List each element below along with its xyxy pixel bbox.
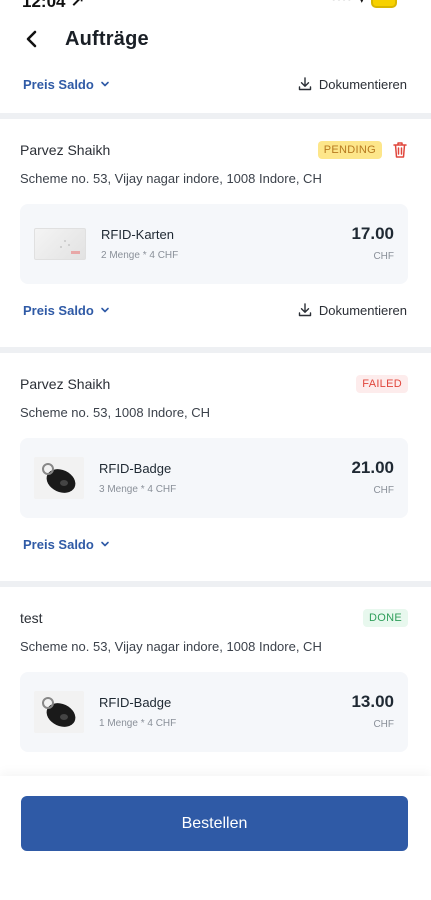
preis-saldo-dropdown[interactable]: Preis Saldo bbox=[23, 77, 110, 92]
app-header: Aufträge bbox=[0, 14, 431, 64]
status-icons: •••• ▾ bbox=[332, 0, 397, 8]
trash-icon[interactable] bbox=[392, 141, 408, 159]
item-name: RFID-Badge bbox=[99, 461, 172, 476]
order-address: Scheme no. 53, Vijay nagar indore, 1008 … bbox=[20, 171, 322, 186]
status-bar: 12:04 ↗ •••• ▾ bbox=[0, 0, 431, 14]
preis-saldo-label: Preis Saldo bbox=[23, 76, 94, 92]
order-card: Parvez Shaikh PENDING Scheme no. 53, Vij… bbox=[0, 119, 431, 284]
download-icon bbox=[298, 303, 312, 317]
item-currency: CHF bbox=[373, 485, 394, 496]
preis-saldo-dropdown[interactable]: Preis Saldo bbox=[23, 303, 110, 318]
preis-saldo-dropdown[interactable]: Preis Saldo bbox=[23, 537, 110, 552]
item-quantity: 3 Menge * 4 CHF bbox=[99, 484, 177, 495]
status-badge: FAILED bbox=[356, 375, 408, 393]
item-currency: CHF bbox=[373, 251, 394, 262]
chevron-down-icon bbox=[101, 81, 109, 87]
preis-saldo-label: Preis Saldo bbox=[23, 536, 94, 552]
status-badge: PENDING bbox=[317, 141, 382, 159]
top-action-row: Preis Saldo Dokumentieren bbox=[0, 64, 431, 104]
rfid-card-image bbox=[34, 228, 86, 260]
customer-name: Parvez Shaikh bbox=[20, 142, 111, 158]
dokumentieren-label: Dokumentieren bbox=[318, 76, 407, 92]
bestellen-button[interactable]: Bestellen bbox=[21, 796, 408, 851]
wifi-icon: ▾ bbox=[358, 0, 365, 7]
back-arrow-icon[interactable] bbox=[22, 30, 40, 48]
order-item[interactable]: RFID-Badge 1 Menge * 4 CHF 13.00 CHF bbox=[20, 672, 408, 752]
item-name: RFID-Badge bbox=[99, 695, 172, 710]
customer-name: test bbox=[20, 610, 43, 626]
signal-icon: •••• bbox=[332, 0, 353, 6]
order-card: test DONE Scheme no. 53, Vijay nagar ind… bbox=[0, 587, 431, 752]
order-action-row: Preis Saldo Dokumentieren bbox=[0, 290, 431, 330]
order-action-row: Preis Saldo bbox=[0, 524, 431, 564]
page-title: Aufträge bbox=[65, 27, 149, 50]
order-address: Scheme no. 53, 1008 Indore, CH bbox=[20, 405, 211, 420]
chevron-down-icon bbox=[101, 541, 109, 547]
status-badge: DONE bbox=[363, 609, 408, 627]
battery-icon bbox=[371, 0, 397, 8]
chevron-down-icon bbox=[101, 307, 109, 313]
item-name: RFID-Karten bbox=[101, 227, 174, 242]
bottom-bar: Bestellen bbox=[0, 776, 431, 866]
status-time: 12:04 ↗ bbox=[22, 0, 85, 11]
rfid-badge-image bbox=[34, 691, 84, 733]
download-icon bbox=[298, 77, 312, 91]
dokumentieren-button[interactable]: Dokumentieren bbox=[298, 77, 407, 92]
dokumentieren-label: Dokumentieren bbox=[318, 302, 407, 318]
item-price: 13.00 bbox=[351, 692, 394, 711]
preis-saldo-label: Preis Saldo bbox=[23, 302, 94, 318]
item-price: 21.00 bbox=[351, 458, 394, 477]
bottom-spacer bbox=[0, 866, 431, 900]
item-quantity: 1 Menge * 4 CHF bbox=[99, 718, 177, 729]
customer-name: Parvez Shaikh bbox=[20, 376, 111, 392]
order-item[interactable]: RFID-Badge 3 Menge * 4 CHF 21.00 CHF bbox=[20, 438, 408, 518]
item-price: 17.00 bbox=[351, 224, 394, 243]
order-address: Scheme no. 53, Vijay nagar indore, 1008 … bbox=[20, 639, 322, 654]
dokumentieren-button[interactable]: Dokumentieren bbox=[298, 303, 407, 318]
item-quantity: 2 Menge * 4 CHF bbox=[101, 250, 179, 261]
rfid-badge-image bbox=[34, 457, 84, 499]
order-card: Parvez Shaikh FAILED Scheme no. 53, 1008… bbox=[0, 353, 431, 518]
item-currency: CHF bbox=[373, 719, 394, 730]
order-item[interactable]: RFID-Karten 2 Menge * 4 CHF 17.00 CHF bbox=[20, 204, 408, 284]
